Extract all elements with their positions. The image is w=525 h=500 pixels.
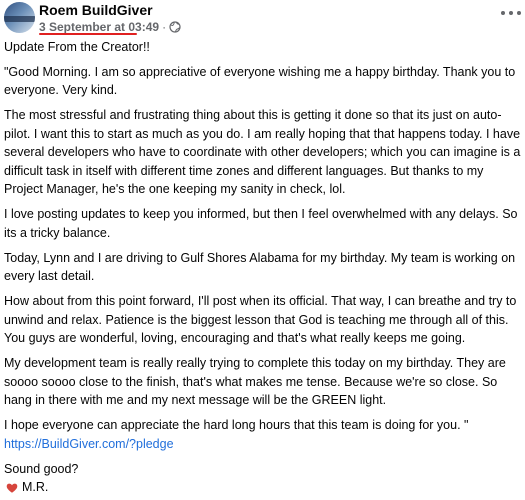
post-title: Update From the Creator!! [4,40,150,54]
signature-text: M.R. [22,480,49,494]
author-name[interactable]: Roem BuildGiver [39,2,153,18]
signature-line: M.R. [4,478,522,497]
post-paragraph: My development team is really really try… [4,356,506,407]
avatar[interactable] [4,2,35,33]
closing-line: Sound good? [4,461,79,476]
meta-separator: · [162,20,167,34]
post-paragraph: I hope everyone can appreciate the hard … [4,418,469,432]
post-paragraph: How about from this point forward, I'll … [4,294,517,345]
date-highlight-underline [39,33,137,35]
post-date[interactable]: 3 September at 03:49 [39,20,159,34]
more-options-icon[interactable] [501,6,521,20]
pledge-link[interactable]: https://BuildGiver.com/?pledge [4,435,522,454]
post-body: Update From the Creator!! "Good Morning.… [4,38,522,497]
post-paragraph: The most stressful and frustrating thing… [4,108,521,196]
post-paragraph: Today, Lynn and I are driving to Gulf Sh… [4,250,516,284]
post-paragraph: "Good Morning. I am so appreciative of e… [4,64,516,98]
facebook-post: Roem BuildGiver 3 September at 03:49 · Up… [0,0,525,494]
heart-icon [6,481,18,494]
post-paragraph: I love posting updates to keep you infor… [4,207,518,240]
globe-icon [169,21,181,36]
